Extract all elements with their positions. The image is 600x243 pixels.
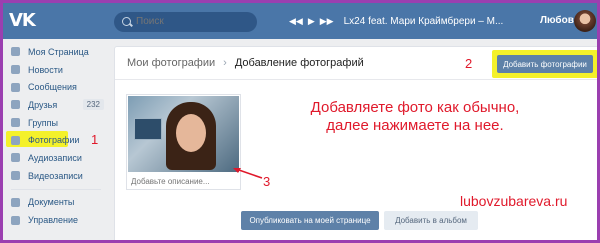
sidebar-item-label: Документы [28, 197, 75, 208]
search-icon [122, 17, 131, 26]
sidebar-item-friends[interactable]: Друзья 232 [6, 96, 106, 114]
sidebar-item-audio[interactable]: Аудиозаписи [6, 149, 106, 167]
add-photos-button[interactable]: Добавить фотографии [497, 55, 593, 73]
friends-count-badge: 232 [82, 99, 104, 111]
photos-icon [11, 135, 20, 145]
sidebar-item-documents[interactable]: Документы [6, 194, 106, 212]
sidebar-item-label: Сообщения [28, 82, 77, 93]
annotation-number-1: 1 [91, 132, 99, 147]
track-title[interactable]: Lx24 feat. Мари Краймбрери – М... [344, 16, 504, 27]
breadcrumb-my-photos[interactable]: Мои фотографии [127, 57, 215, 69]
sidebar-item-manage[interactable]: Управление [6, 211, 106, 229]
sidebar-item-messages[interactable]: Сообщения [6, 78, 106, 96]
sidebar-item-my-page[interactable]: Моя Страница [6, 43, 106, 61]
annotation-arrow-icon [233, 168, 263, 179]
publish-button[interactable]: Опубликовать на моей странице [241, 211, 379, 230]
annotation-number-3: 3 [263, 174, 271, 189]
documents-icon [11, 197, 20, 207]
previous-track-icon[interactable]: ◀◀ [289, 16, 303, 27]
play-icon[interactable]: ▶ [308, 16, 315, 27]
breadcrumb: Мои фотографии › Добавление фотографий [127, 57, 364, 69]
video-icon [11, 171, 20, 181]
annotation-number-2: 2 [465, 56, 473, 71]
sidebar-item-groups[interactable]: Группы [6, 114, 106, 132]
sidebar-item-label: Группы [28, 117, 58, 128]
instruction-line-1: Добавляете фото как обычно, [310, 99, 520, 116]
friends-icon [11, 100, 20, 110]
photo-face [176, 114, 206, 152]
uploaded-photo-card[interactable] [126, 94, 241, 190]
sidebar-item-label: Моя Страница [28, 46, 89, 57]
site-watermark: lubovzubareva.ru [460, 193, 568, 209]
manage-icon [11, 215, 20, 225]
header-divider [115, 79, 597, 80]
news-icon [11, 65, 20, 75]
photo-description-input[interactable] [131, 175, 236, 188]
upload-card: Мои фотографии › Добавление фотографий 2… [114, 46, 597, 240]
sidebar-item-label: Аудиозаписи [28, 152, 82, 163]
page-title: Добавление фотографий [234, 57, 364, 69]
search-input[interactable] [114, 12, 257, 32]
annotation-instruction: Добавляете фото как обычно, далее нажима… [260, 99, 570, 135]
groups-icon [11, 118, 20, 128]
sidebar-item-video[interactable]: Видеозаписи [6, 167, 106, 185]
instruction-line-2: далее нажимаете на нее. [326, 117, 504, 134]
sidebar-item-label: Фотографии [28, 135, 80, 146]
sidebar-item-label: Видеозаписи [28, 170, 83, 181]
sidebar-item-label: Друзья [28, 99, 58, 110]
messages-icon [11, 82, 20, 92]
sidebar-item-label: Новости [28, 64, 63, 75]
photo-background-monitor [134, 118, 162, 140]
chevron-right-icon: › [223, 57, 227, 69]
uploaded-photo[interactable] [128, 96, 239, 172]
home-icon [11, 47, 20, 57]
top-bar: VK ◀◀ ▶ ▶▶ Lx24 feat. Мари Краймбрери – … [3, 3, 597, 39]
sidebar-item-news[interactable]: Новости [6, 61, 106, 79]
vk-logo[interactable]: VK [9, 9, 36, 33]
audio-player: ◀◀ ▶ ▶▶ Lx24 feat. Мари Краймбрери – М..… [289, 14, 503, 28]
add-to-album-button[interactable]: Добавить в альбом [384, 211, 478, 230]
sidebar-divider [11, 188, 101, 190]
next-track-icon[interactable]: ▶▶ [320, 16, 334, 27]
audio-icon [11, 153, 20, 163]
avatar[interactable] [574, 10, 596, 32]
screenshot-frame: VK ◀◀ ▶ ▶▶ Lx24 feat. Мари Краймбрери – … [0, 0, 600, 243]
sidebar-item-label: Управление [28, 215, 79, 226]
